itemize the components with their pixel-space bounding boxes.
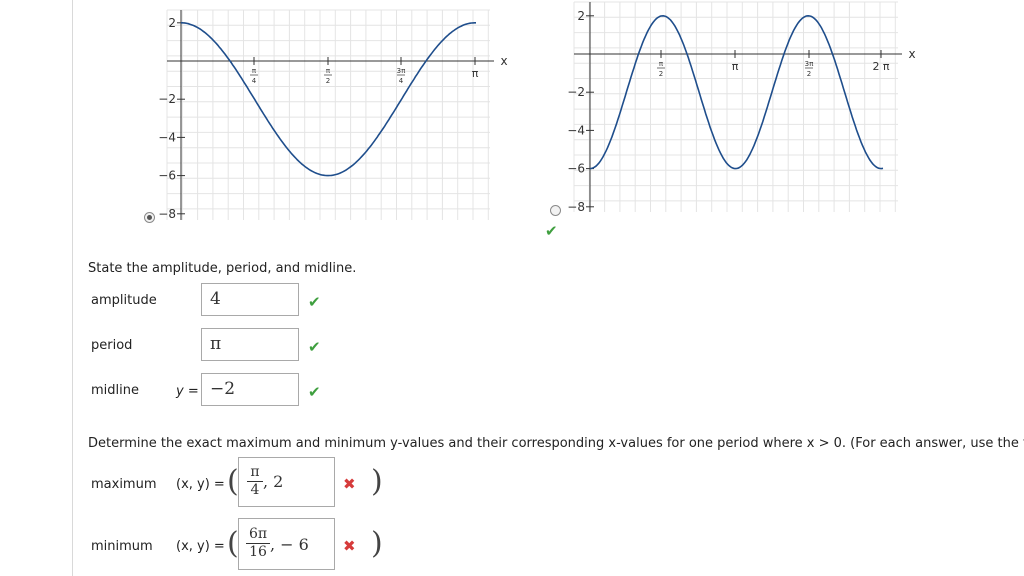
maximum-incorrect-icon: ✖ xyxy=(343,475,356,493)
g2-y-tick-label: −6 xyxy=(567,162,585,176)
g2-x-tick-pi: π xyxy=(732,60,739,73)
g1-x-tick-den: 4 xyxy=(399,77,404,85)
maximum-y-value: , 2 xyxy=(263,472,284,491)
g2-y-tick-label: −2 xyxy=(567,85,585,99)
graph-option-2: x 2 −2 −4 −6 −8 π 2 3π 2 π 2 π xyxy=(567,1,916,214)
g1-y-tick-label: −2 xyxy=(158,92,176,106)
maximum-xy-prefix: (x, y) = xyxy=(176,477,225,492)
g1-y-tick-label: −4 xyxy=(158,130,176,144)
g2-x-tick-num: 3π xyxy=(805,60,814,68)
g1-x-tick-den: 4 xyxy=(252,77,257,85)
g2-x-axis-label: x xyxy=(908,47,915,61)
left-divider xyxy=(72,0,73,576)
g1-y-tick-label: 2 xyxy=(168,16,176,30)
minimum-x-num: 6π xyxy=(248,526,268,542)
graph-option-1: x2−2−4−6−8π4π23π4π xyxy=(158,9,508,221)
minimum-open-paren: ( xyxy=(227,526,239,561)
maximum-label: maximum xyxy=(91,477,157,492)
midline-prefix: y = xyxy=(176,384,199,399)
g1-x-axis-label: x xyxy=(500,54,507,68)
period-label: period xyxy=(91,338,133,353)
g2-x-tick-num: π xyxy=(659,60,664,68)
graph-2-curve xyxy=(589,14,884,170)
minimum-close-paren: ) xyxy=(371,526,383,561)
g1-x-tick-den: 2 xyxy=(326,77,330,85)
graph-1-curve xyxy=(181,22,476,177)
midline-label: midline xyxy=(91,383,139,398)
g2-x-tick-den: 2 xyxy=(807,70,811,78)
g2-x-tick-den: 2 xyxy=(659,70,663,78)
amplitude-input[interactable]: 4 xyxy=(201,283,299,316)
graph-2-axes xyxy=(574,2,902,212)
graph-correct-check-icon: ✔ xyxy=(545,222,558,240)
maximum-x-fraction: π 4 xyxy=(247,465,263,498)
g1-y-tick-label: −6 xyxy=(158,169,176,183)
period-input[interactable]: π xyxy=(201,328,299,361)
minimum-x-fraction: 6π 16 xyxy=(246,527,270,560)
g1-x-tick-num: 3π xyxy=(397,67,406,75)
maximum-x-num: π xyxy=(250,464,260,480)
graph-2-radio[interactable] xyxy=(550,205,561,216)
g2-x-tick-2pi: 2 π xyxy=(872,60,889,73)
minimum-label: minimum xyxy=(91,539,153,554)
midline-input[interactable]: −2 xyxy=(201,373,299,406)
minimum-xy-prefix: (x, y) = xyxy=(176,539,225,554)
minimum-x-den: 16 xyxy=(249,544,267,560)
g2-y-tick-label: 2 xyxy=(577,9,585,23)
q2-prompt: Determine the exact maximum and minimum … xyxy=(88,436,1024,451)
amplitude-correct-icon: ✔ xyxy=(308,293,321,311)
g2-y-tick-label: −4 xyxy=(567,123,585,137)
period-value: π xyxy=(210,334,222,354)
amplitude-value: 4 xyxy=(210,289,221,309)
midline-value: −2 xyxy=(210,379,236,399)
amplitude-label: amplitude xyxy=(91,293,157,308)
graph-1-axes xyxy=(167,10,494,220)
graph-1-radio[interactable] xyxy=(144,212,155,223)
period-correct-icon: ✔ xyxy=(308,338,321,356)
midline-correct-icon: ✔ xyxy=(308,383,321,401)
maximum-open-paren: ( xyxy=(227,464,239,499)
g2-y-tick-label: −8 xyxy=(567,200,585,214)
minimum-incorrect-icon: ✖ xyxy=(343,537,356,555)
q1-prompt: State the amplitude, period, and midline… xyxy=(88,261,357,276)
minimum-y-value: , − 6 xyxy=(270,535,309,554)
maximum-close-paren: ) xyxy=(371,464,383,499)
maximum-x-den: 4 xyxy=(250,482,260,498)
g1-x-tick-pi: π xyxy=(472,67,479,80)
g1-y-tick-label: −8 xyxy=(158,207,176,221)
